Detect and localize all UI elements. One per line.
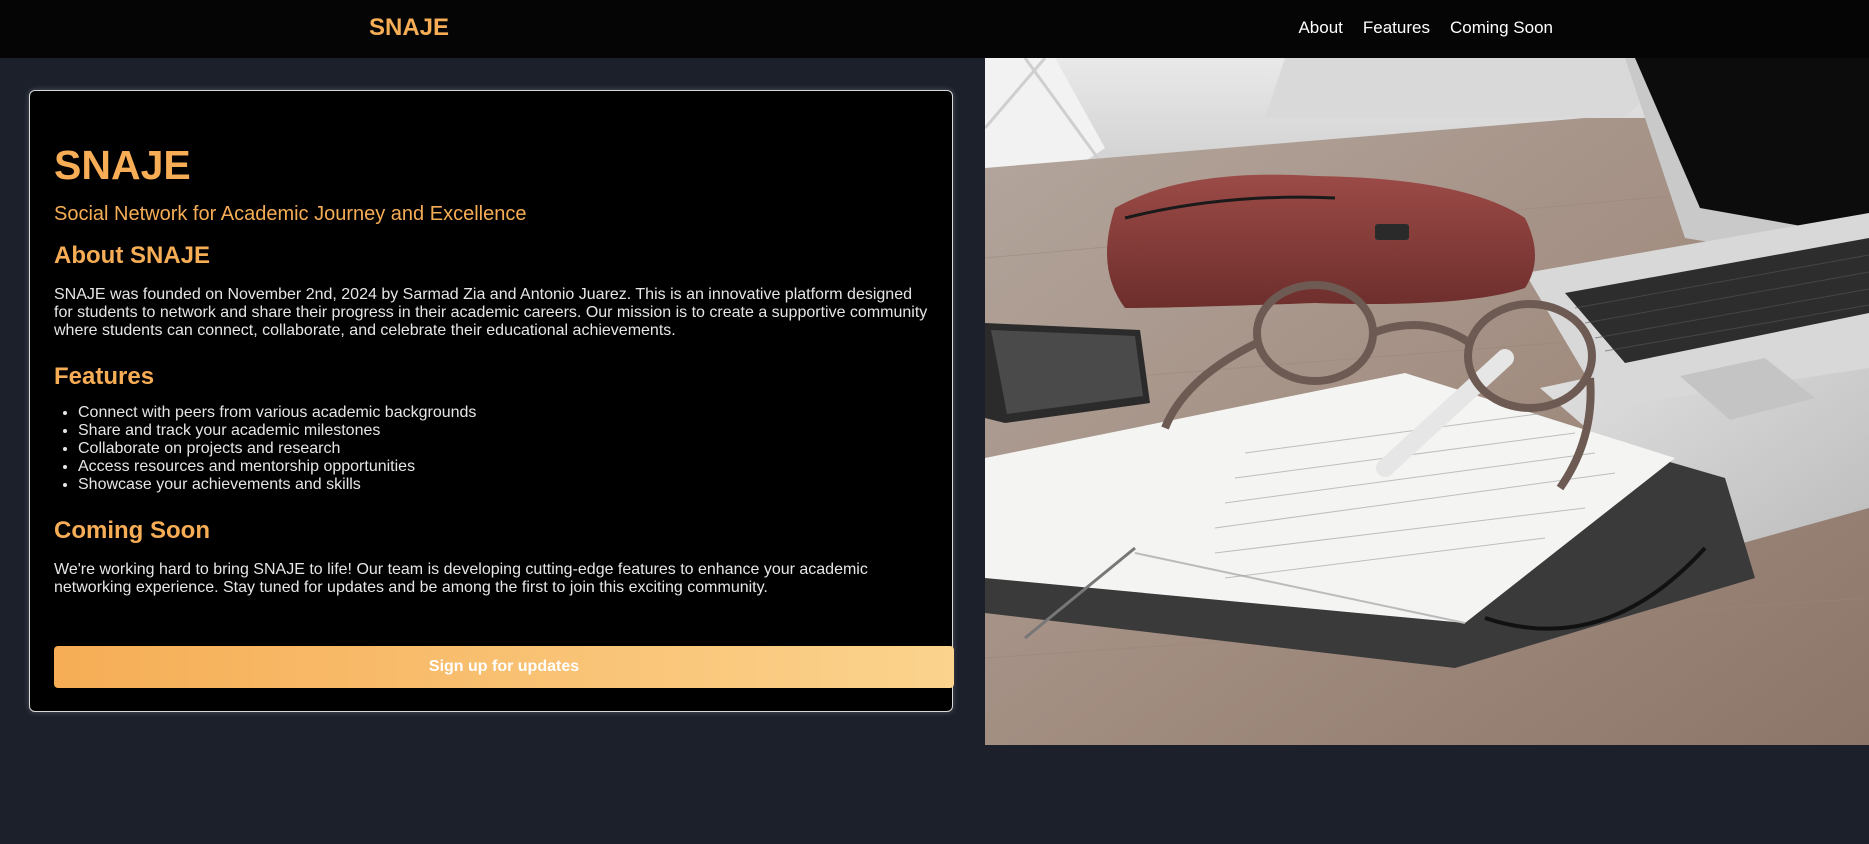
- desk-photo-illustration: [985, 58, 1869, 745]
- nav-link-coming-soon[interactable]: Coming Soon: [1450, 18, 1553, 38]
- page-title: SNAJE: [54, 142, 191, 188]
- feature-item: Collaborate on projects and research: [78, 440, 954, 458]
- about-heading: About SNAJE: [54, 242, 210, 269]
- info-card: SNAJE Social Network for Academic Journe…: [29, 90, 954, 712]
- feature-item: Share and track your academic milestones: [78, 422, 954, 440]
- hero-image: [985, 58, 1869, 745]
- info-card-content: SNAJE Social Network for Academic Journe…: [54, 141, 954, 597]
- nav-link-features[interactable]: Features: [1363, 18, 1430, 38]
- feature-item: Showcase your achievements and skills: [78, 476, 954, 494]
- features-list: Connect with peers from various academic…: [54, 404, 954, 494]
- top-navigation-bar: SNAJE About Features Coming Soon: [0, 0, 1869, 58]
- feature-item: Access resources and mentorship opportun…: [78, 458, 954, 476]
- main-nav: About Features Coming Soon: [1298, 18, 1553, 38]
- tagline: Social Network for Academic Journey and …: [54, 203, 527, 225]
- coming-soon-text: We're working hard to bring SNAJE to lif…: [54, 561, 868, 596]
- brand-logo-link[interactable]: SNAJE: [369, 14, 449, 42]
- sign-up-button[interactable]: Sign up for updates: [54, 646, 954, 688]
- feature-item: Connect with peers from various academic…: [78, 404, 954, 422]
- coming-soon-heading: Coming Soon: [54, 517, 210, 544]
- nav-link-about[interactable]: About: [1298, 18, 1342, 38]
- features-heading: Features: [54, 363, 155, 390]
- about-text: SNAJE was founded on November 2nd, 2024 …: [54, 286, 928, 339]
